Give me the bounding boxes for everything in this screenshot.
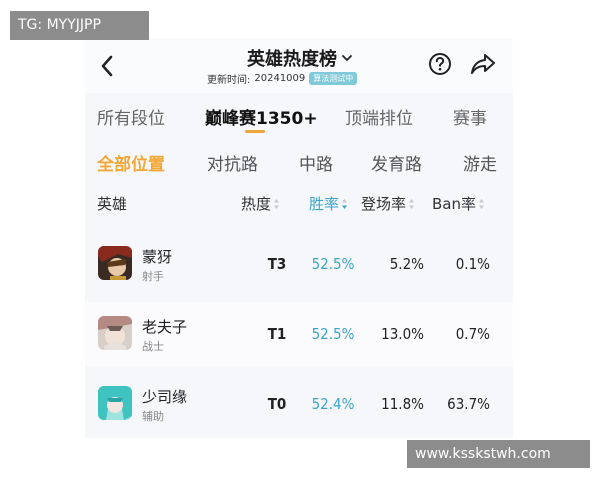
pick-rate: 5.2% (389, 255, 424, 273)
share-button[interactable] (470, 52, 496, 76)
watermark-top-left: TG: MYYJJPP (10, 11, 149, 40)
tab-top-rank[interactable]: 顶端排位 (345, 104, 413, 129)
col-heat[interactable]: 热度 (241, 193, 280, 214)
pos-roam[interactable]: 游走 (463, 150, 497, 175)
table-row[interactable]: 蒙犽 射手 T3 52.5% 5.2% 0.1% (85, 232, 513, 296)
avatar (98, 316, 132, 350)
heat-tier: T0 (267, 395, 287, 413)
pos-mid-lane[interactable]: 中路 (299, 150, 333, 175)
col-pick-rate[interactable]: 登场率 (361, 193, 415, 214)
avatar (98, 386, 132, 420)
win-rate: 52.5% (311, 325, 355, 343)
page-title: 英雄热度榜 (247, 49, 337, 70)
share-icon (471, 54, 495, 74)
col-win-rate[interactable]: 胜率 (309, 193, 348, 214)
pick-rate: 13.0% (381, 325, 424, 343)
sort-desc-icon (342, 198, 348, 209)
pos-all[interactable]: 全部位置 (97, 150, 165, 175)
win-rate: 52.4% (311, 395, 355, 413)
back-arrow-icon (101, 55, 113, 77)
table-row[interactable]: 少司缘 辅助 T0 52.4% 11.8% 63.7% (85, 372, 513, 436)
tab-all-ranks[interactable]: 所有段位 (97, 104, 165, 129)
col-pick-rate-label: 登场率 (361, 195, 407, 213)
pick-rate: 11.8% (381, 395, 424, 413)
avatar (98, 246, 132, 280)
status-badge: 算法测试中 (309, 72, 358, 85)
update-label: 更新时间: (207, 75, 251, 86)
active-tab-indicator (245, 130, 265, 133)
update-time: 更新时间: 20241009 算法测试中 (207, 71, 358, 86)
position-tabs: 全部位置 对抗路 中路 发育路 游走 (85, 150, 513, 176)
chevron-down-icon (342, 55, 352, 62)
tab-events[interactable]: 赛事 (453, 104, 487, 129)
hero-name: 老夫子 (142, 318, 188, 336)
ban-rate: 0.1% (455, 255, 490, 273)
back-button[interactable] (95, 53, 119, 79)
sort-icon (274, 198, 280, 209)
update-date: 20241009 (254, 73, 306, 84)
col-ban-rate-label: Ban率 (432, 195, 476, 213)
hero-name: 蒙犽 (142, 248, 173, 266)
col-ban-rate[interactable]: Ban率 (432, 193, 485, 214)
rank-tabs: 所有段位 巅峰赛1350+ 顶端排位 赛事 (85, 104, 513, 138)
heat-tier: T1 (267, 325, 287, 343)
heat-tier: T3 (267, 255, 287, 273)
col-hero: 英雄 (97, 195, 128, 213)
title-area: 英雄热度榜 (225, 45, 375, 71)
table-row[interactable]: 老夫子 战士 T1 52.5% 13.0% 0.7% (85, 302, 513, 366)
win-rate: 52.5% (311, 255, 355, 273)
hero-name: 少司缘 (142, 388, 188, 406)
hero-ranking-panel: 英雄热度榜 更新时间: 20241009 算法测试中 所有段位 巅峰赛1350+… (85, 38, 513, 438)
col-heat-label: 热度 (241, 195, 272, 213)
question-icon (429, 53, 451, 75)
ban-rate: 0.7% (455, 325, 490, 343)
help-button[interactable] (428, 52, 452, 76)
hero-role: 战士 (142, 340, 164, 353)
tab-peak-1350[interactable]: 巅峰赛1350+ (205, 104, 318, 129)
col-win-rate-label: 胜率 (309, 195, 340, 213)
top-bar: 英雄热度榜 更新时间: 20241009 算法测试中 (85, 38, 513, 93)
sort-icon (479, 198, 484, 209)
pos-farm-lane[interactable]: 发育路 (371, 150, 422, 175)
title-dropdown[interactable]: 英雄热度榜 (247, 45, 353, 71)
hero-role: 辅助 (142, 410, 164, 423)
ban-rate: 63.7% (447, 395, 490, 413)
hero-role: 射手 (142, 270, 164, 283)
pos-clash-lane[interactable]: 对抗路 (207, 150, 258, 175)
watermark-bottom-right: www.ksskstwh.com (407, 440, 590, 468)
sort-icon (409, 198, 415, 209)
